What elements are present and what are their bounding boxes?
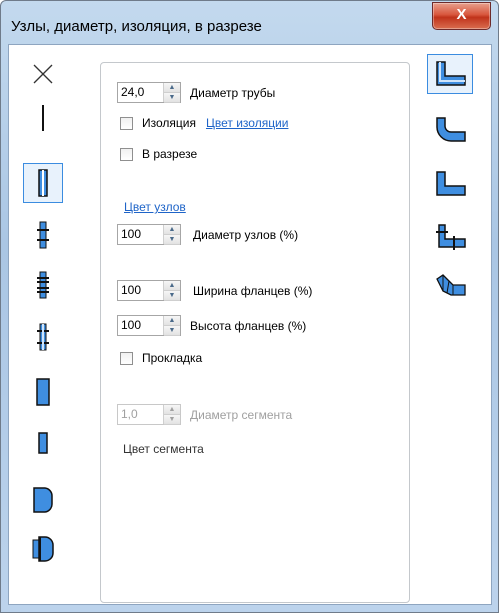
segment-diameter-stepper: 1,0 ▲ ▼ bbox=[117, 404, 181, 425]
cross-section-label[interactable]: В разрезе bbox=[142, 147, 197, 161]
pipe-diameter-label: Диаметр трубы bbox=[190, 85, 276, 100]
flanged-joint-bolted-icon bbox=[37, 271, 49, 299]
pipe-rect-tall-icon bbox=[36, 378, 50, 406]
pipe-diameter-stepper[interactable]: 24,0 ▲ ▼ bbox=[117, 82, 181, 103]
insulation-row: Изоляция Цвет изоляции bbox=[120, 116, 288, 130]
spin-down-icon[interactable]: ▼ bbox=[164, 291, 180, 301]
pipe-coupling-icon bbox=[32, 536, 54, 562]
segment-color-label[interactable]: Цвет сегмента bbox=[123, 442, 204, 456]
segment-color-row: Цвет сегмента bbox=[123, 442, 204, 456]
elbow-segmented-button[interactable] bbox=[430, 267, 470, 307]
flange-width-label: Ширина фланцев (%) bbox=[193, 283, 313, 298]
gasket-label[interactable]: Прокладка bbox=[142, 351, 202, 365]
flange-width-value[interactable]: 100 bbox=[118, 281, 163, 300]
flange-height-row: 100 ▲ ▼ Высота фланцев (%) bbox=[117, 315, 306, 336]
flange-height-stepper[interactable]: 100 ▲ ▼ bbox=[117, 315, 181, 336]
none-cross-button[interactable] bbox=[23, 54, 63, 94]
spin-down-icon[interactable]: ▼ bbox=[164, 235, 180, 245]
spin-down-icon[interactable]: ▼ bbox=[164, 93, 180, 103]
elbow-sharp-button[interactable] bbox=[427, 54, 473, 94]
flanged-joint-button[interactable] bbox=[23, 215, 63, 255]
pipe-rect-small-icon bbox=[38, 432, 48, 454]
flanged-joint-icon bbox=[37, 221, 49, 249]
close-button[interactable]: X bbox=[432, 2, 491, 30]
segment-diameter-row: 1,0 ▲ ▼ Диаметр сегмента bbox=[117, 404, 292, 425]
insulation-label[interactable]: Изоляция bbox=[142, 116, 196, 130]
spin-up-icon[interactable]: ▲ bbox=[164, 83, 180, 93]
elbow-rounded-icon bbox=[436, 117, 466, 142]
single-line-icon bbox=[42, 105, 44, 131]
insulation-color-link[interactable]: Цвет изоляции bbox=[206, 116, 288, 130]
gasket-checkbox[interactable] bbox=[120, 351, 133, 365]
elbow-flanged-icon bbox=[436, 224, 466, 250]
pipe-diameter-row: 24,0 ▲ ▼ Диаметр трубы bbox=[117, 82, 275, 103]
elbow-sharp-icon bbox=[436, 61, 466, 86]
node-diameter-label: Диаметр узлов (%) bbox=[193, 227, 299, 242]
spin-up-icon[interactable]: ▲ bbox=[164, 225, 180, 235]
flanged-joint-narrow-icon bbox=[37, 323, 49, 351]
segment-diameter-label: Диаметр сегмента bbox=[190, 407, 293, 422]
spin-up-icon[interactable]: ▲ bbox=[164, 316, 180, 326]
elbow-style-toolbar bbox=[427, 54, 487, 354]
single-line-button[interactable] bbox=[23, 98, 63, 138]
insulation-checkbox[interactable] bbox=[120, 116, 133, 130]
title-bar[interactable]: Узлы, диаметр, изоляция, в разрезе X bbox=[1, 1, 498, 43]
spin-up-icon[interactable]: ▲ bbox=[164, 281, 180, 291]
elbow-segmented-icon bbox=[436, 274, 466, 296]
dialog-body: 24,0 ▲ ▼ Диаметр трубы Изоляция Цвет изол… bbox=[8, 44, 492, 605]
elbow-square-button[interactable] bbox=[430, 164, 470, 204]
flange-height-value[interactable]: 100 bbox=[118, 316, 163, 335]
node-style-toolbar bbox=[23, 54, 83, 594]
pipe-rect-tall-button[interactable] bbox=[23, 372, 63, 412]
elbow-rounded-button[interactable] bbox=[430, 110, 470, 150]
flange-width-row: 100 ▲ ▼ Ширина фланцев (%) bbox=[117, 280, 312, 301]
pipe-coupling-button[interactable] bbox=[23, 529, 63, 569]
elbow-square-icon bbox=[436, 171, 466, 196]
pipe-diameter-value[interactable]: 24,0 bbox=[118, 83, 163, 102]
flange-width-stepper[interactable]: 100 ▲ ▼ bbox=[117, 280, 181, 301]
node-diameter-row: 100 ▲ ▼ Диаметр узлов (%) bbox=[117, 224, 298, 245]
dialog-window: Узлы, диаметр, изоляция, в разрезе X 24,… bbox=[0, 0, 499, 613]
gasket-row: Прокладка bbox=[120, 351, 202, 365]
elbow-flanged-button[interactable] bbox=[430, 217, 470, 257]
none-cross-icon bbox=[33, 64, 53, 84]
flanged-joint-bolted-button[interactable] bbox=[23, 265, 63, 305]
pipe-rounded-end-icon bbox=[33, 487, 53, 513]
spin-down-icon[interactable]: ▼ bbox=[164, 326, 180, 336]
node-diameter-value[interactable]: 100 bbox=[118, 225, 163, 244]
node-color-row: Цвет узлов bbox=[124, 200, 186, 214]
spin-up-icon: ▲ bbox=[164, 405, 180, 415]
pipe-section-button[interactable] bbox=[23, 163, 63, 203]
pipe-rect-small-button[interactable] bbox=[23, 423, 63, 463]
spin-down-icon: ▼ bbox=[164, 415, 180, 425]
settings-panel: 24,0 ▲ ▼ Диаметр трубы Изоляция Цвет изол… bbox=[100, 62, 410, 603]
pipe-rounded-end-button[interactable] bbox=[23, 480, 63, 520]
cross-section-row: В разрезе bbox=[120, 147, 197, 161]
segment-diameter-value: 1,0 bbox=[121, 407, 138, 421]
flanged-joint-narrow-button[interactable] bbox=[23, 317, 63, 357]
node-color-link[interactable]: Цвет узлов bbox=[124, 200, 186, 214]
pipe-section-icon bbox=[38, 169, 48, 197]
node-diameter-stepper[interactable]: 100 ▲ ▼ bbox=[117, 224, 181, 245]
flange-height-label: Высота фланцев (%) bbox=[190, 318, 307, 333]
cross-section-checkbox[interactable] bbox=[120, 147, 133, 161]
window-title: Узлы, диаметр, изоляция, в разрезе bbox=[11, 18, 262, 35]
